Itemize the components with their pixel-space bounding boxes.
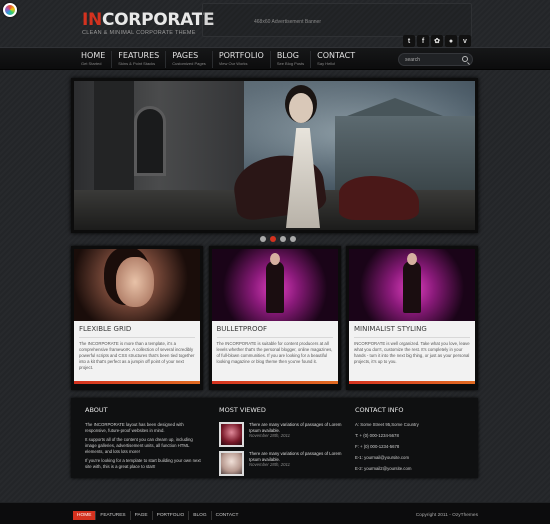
post-date: November 28th, 2011 (249, 462, 291, 467)
main-nav: HOME Get Started FEATURES Skins & Point St… (75, 51, 361, 68)
search-input[interactable] (405, 54, 460, 65)
feature-cards: FLEXIBLE GRID The INCORPORATE is more th… (71, 246, 478, 390)
contact-email-2[interactable]: E-2: yourmail2@yoursite.com (355, 466, 470, 472)
feature-text: INCORPORATE is well organized. Take what… (354, 341, 470, 364)
contact-fax: F: + (0) 000-1234-5678 (355, 444, 400, 449)
nav-item-home[interactable]: HOME Get Started (75, 51, 113, 68)
post-date: November 28th, 2011 (249, 433, 291, 438)
slider-dot-active[interactable] (270, 236, 276, 242)
slider-pagination (260, 236, 296, 242)
contact-address: A: Some Street 95,Some Country (355, 422, 419, 427)
advertisement-banner[interactable]: 468x60 Advertisement Banner (202, 3, 472, 37)
nav-item-portfolio[interactable]: PORTFOLIO View Our Works (213, 51, 271, 68)
most-viewed-widget: MOST VIEWED There are many variations of… (219, 406, 344, 480)
footer-link-contact[interactable]: CONTACT (212, 511, 243, 520)
bottom-widgets: ABOUT The INCORPORATE layout has been de… (71, 398, 478, 478)
feature-card: FLEXIBLE GRID The INCORPORATE is more th… (71, 246, 203, 390)
list-item[interactable]: There are many variations of passages of… (219, 451, 344, 476)
nav-item-features[interactable]: FEATURES Skins & Point Stacks (112, 51, 167, 68)
footer-nav: HOME FEATURES PAGE PORTFOLIO BLOG CONTAC… (73, 511, 242, 520)
site-header: INCORPORATE CLEAN & MINIMAL CORPORATE TH… (0, 0, 550, 47)
twitter-icon[interactable]: t (403, 35, 415, 47)
contact-widget: CONTACT INFO A: Some Street 95,Some Coun… (355, 406, 470, 477)
footer-link-portfolio[interactable]: PORTFOLIO (153, 511, 190, 520)
post-thumbnail[interactable] (219, 451, 244, 476)
site-footer: HOME FEATURES PAGE PORTFOLIO BLOG CONTAC… (0, 502, 550, 524)
feature-image[interactable] (349, 249, 475, 321)
feature-title[interactable]: FLEXIBLE GRID (79, 325, 195, 338)
about-text: It supports all of the content you can d… (85, 437, 193, 454)
slider-dot[interactable] (260, 236, 266, 242)
slider-dot[interactable] (290, 236, 296, 242)
footer-link-page[interactable]: PAGE (131, 511, 153, 520)
footer-link-features[interactable]: FEATURES (96, 511, 131, 520)
post-title[interactable]: There are many variations of passages of… (249, 451, 344, 462)
list-item[interactable]: There are many variations of passages of… (219, 422, 344, 447)
feature-card: BULLETPROOF The INCORPORATE is suitable … (208, 246, 341, 390)
feature-title[interactable]: MINIMALIST STYLING (354, 325, 470, 338)
main-navbar: HOME Get Started FEATURES Skins & Point St… (0, 47, 550, 70)
feature-text: The INCORPORATE is more than a template,… (79, 341, 195, 370)
search-box (398, 53, 473, 66)
nav-item-contact[interactable]: CONTACT Say Hello! (311, 51, 361, 68)
contact-phone: T: + (0) 000-1234-5678 (355, 433, 399, 438)
slide-image (74, 81, 475, 230)
social-icons: t f ✿ ● v (403, 35, 471, 47)
about-text: If you're looking for a template to star… (85, 458, 201, 469)
post-thumbnail[interactable] (219, 422, 244, 447)
site-logo[interactable]: INCORPORATE (82, 10, 215, 30)
feature-image[interactable] (74, 249, 200, 321)
feature-text: The INCORPORATE is suitable for content … (216, 341, 333, 364)
vimeo-icon[interactable]: v (459, 35, 471, 47)
nav-item-blog[interactable]: BLOG See Blog Posts (271, 51, 312, 68)
facebook-icon[interactable]: f (417, 35, 429, 47)
location-icon[interactable]: ● (445, 35, 457, 47)
feature-card: MINIMALIST STYLING INCORPORATE is well o… (346, 246, 478, 390)
site-tagline: CLEAN & MINIMAL CORPORATE THEME (82, 30, 196, 36)
post-title[interactable]: There are many variations of passages of… (249, 422, 344, 433)
widget-heading: MOST VIEWED (219, 406, 266, 414)
widget-heading: ABOUT (85, 406, 108, 414)
about-widget: ABOUT The INCORPORATE layout has been de… (85, 406, 205, 473)
nav-item-pages[interactable]: PAGES Customized Pages (166, 51, 213, 68)
footer-link-blog[interactable]: BLOG (189, 511, 212, 520)
ad-banner-label: 468x60 Advertisement Banner (254, 19, 321, 25)
feature-image[interactable] (211, 249, 338, 321)
image-slider[interactable] (71, 78, 478, 233)
flickr-icon[interactable]: ✿ (431, 35, 443, 47)
copyright-text: Copyright 2011 - OzyThemes (415, 513, 478, 518)
contact-email-1[interactable]: E-1: yourmail@yoursite.com (355, 455, 470, 461)
about-text: The INCORPORATE layout has been designed… (85, 422, 184, 433)
search-icon[interactable] (462, 56, 468, 62)
feature-title[interactable]: BULLETPROOF (216, 325, 333, 338)
slider-dot[interactable] (280, 236, 286, 242)
footer-link-home[interactable]: HOME (73, 511, 97, 520)
widget-heading: CONTACT INFO (355, 406, 404, 414)
